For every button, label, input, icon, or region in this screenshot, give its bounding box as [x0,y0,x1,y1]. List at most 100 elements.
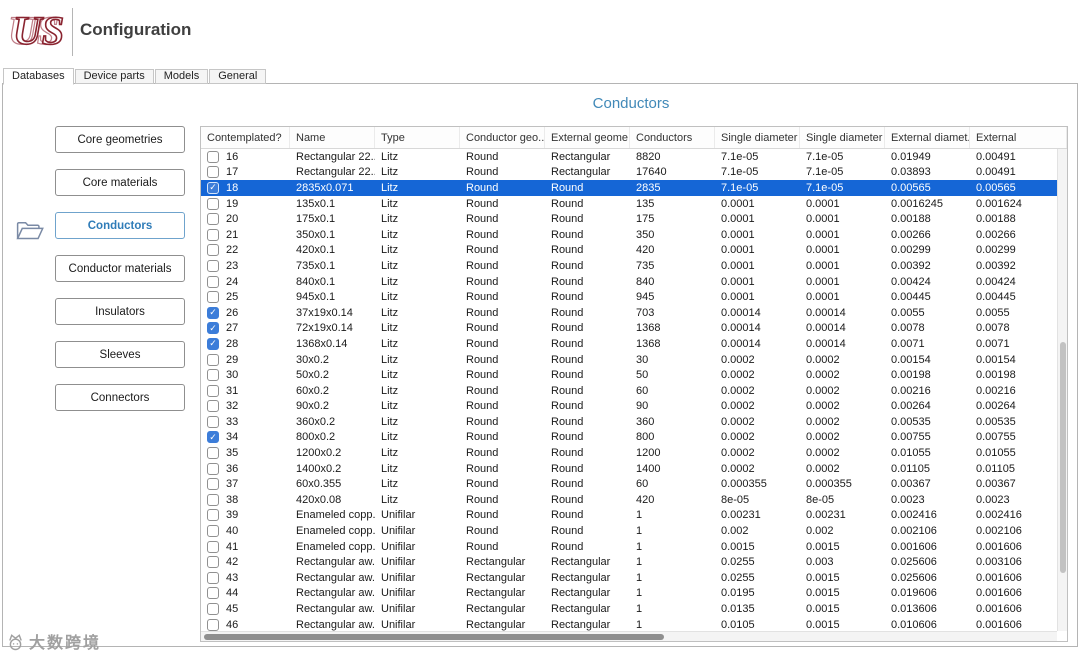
table-row[interactable]: ✓ 32 90x0.2 Litz Round Round 90 0.0002 0… [201,399,1067,415]
sidebar-button-conductor-materials[interactable]: Conductor materials [55,255,185,282]
cell-external-diameter-2: 0.00392 [976,259,1016,272]
column-header-external-diameter-2[interactable]: External [970,127,1067,148]
row-checkbox[interactable]: ✓ [207,369,219,382]
tab-databases[interactable]: Databases [3,68,74,85]
table-row[interactable]: ✓ 31 60x0.2 Litz Round Round 60 0.0002 0… [201,383,1067,399]
column-header-external-diameter-1[interactable]: External diamet... [885,127,970,148]
open-folder-button[interactable] [15,220,45,244]
row-checkbox[interactable]: ✓ [207,540,219,553]
table-row[interactable]: ✓ 17 Rectangular 22... Litz Round Rectan… [201,165,1067,181]
table-row[interactable]: ✓ 19 135x0.1 Litz Round Round 135 0.0001… [201,196,1067,212]
row-checkbox[interactable]: ✓ [207,306,219,319]
row-checkbox[interactable]: ✓ [207,275,219,288]
row-checkbox[interactable]: ✓ [207,181,219,194]
sidebar-button-core-geometries[interactable]: Core geometries [55,126,185,153]
column-header-name[interactable]: Name [290,127,375,148]
sidebar-button-core-materials[interactable]: Core materials [55,169,185,196]
row-checkbox[interactable]: ✓ [207,478,219,491]
table-row[interactable]: ✓ 37 60x0.355 Litz Round Round 60 0.0003… [201,476,1067,492]
table-row[interactable]: ✓ 35 1200x0.2 Litz Round Round 1200 0.00… [201,445,1067,461]
row-checkbox[interactable]: ✓ [207,556,219,569]
tab-general[interactable]: General [209,69,267,84]
row-checkbox[interactable]: ✓ [207,431,219,444]
row-checkbox[interactable]: ✓ [207,197,219,210]
cell-external-geometry: Round [551,322,584,335]
sidebar-button-connectors[interactable]: Connectors [55,384,185,411]
table-row[interactable]: ✓ 39 Enameled copp... Unifilar Round Rou… [201,508,1067,524]
table-row[interactable]: ✓ 29 30x0.2 Litz Round Round 30 0.0002 0… [201,352,1067,368]
row-checkbox[interactable]: ✓ [207,603,219,616]
table-row[interactable]: ✓ 23 735x0.1 Litz Round Round 735 0.0001… [201,258,1067,274]
column-header-contemplated[interactable]: Contemplated? [201,127,290,148]
vertical-scrollbar-thumb[interactable] [1060,341,1066,574]
table-row[interactable]: ✓ 18 2835x0.071 Litz Round Round 2835 7.… [201,180,1067,196]
row-checkbox[interactable]: ✓ [207,618,219,631]
table-row[interactable]: ✓ 41 Enameled copp... Unifilar Round Rou… [201,539,1067,555]
cell-single-diameter-2: 0.0015 [806,571,840,584]
table-row[interactable]: ✓ 36 1400x0.2 Litz Round Round 1400 0.00… [201,461,1067,477]
row-checkbox[interactable]: ✓ [207,400,219,413]
row-checkbox[interactable]: ✓ [207,384,219,397]
table-row[interactable]: ✓ 42 Rectangular aw... Unifilar Rectangu… [201,554,1067,570]
row-checkbox[interactable]: ✓ [207,228,219,241]
row-checkbox[interactable]: ✓ [207,213,219,226]
row-checkbox[interactable]: ✓ [207,259,219,272]
table-row[interactable]: ✓ 20 175x0.1 Litz Round Round 175 0.0001… [201,211,1067,227]
cell-external-geometry: Rectangular [551,571,611,584]
cell-type: Litz [381,150,399,163]
table-row[interactable]: ✓ 38 420x0.08 Litz Round Round 420 8e-05… [201,492,1067,508]
row-checkbox[interactable]: ✓ [207,353,219,366]
table-row[interactable]: ✓ 27 72x19x0.14 Litz Round Round 1368 0.… [201,321,1067,337]
vertical-scrollbar[interactable] [1057,149,1067,631]
table-row[interactable]: ✓ 34 800x0.2 Litz Round Round 800 0.0002… [201,430,1067,446]
table-row[interactable]: ✓ 24 840x0.1 Litz Round Round 840 0.0001… [201,274,1067,290]
table-row[interactable]: ✓ 44 Rectangular aw... Unifilar Rectangu… [201,586,1067,602]
row-checkbox[interactable]: ✓ [207,337,219,350]
row-checkbox[interactable]: ✓ [207,415,219,428]
cell-contemplated: ✓ 42 [201,556,290,569]
table-row[interactable]: ✓ 40 Enameled copp... Unifilar Round Rou… [201,523,1067,539]
table-row[interactable]: ✓ 33 360x0.2 Litz Round Round 360 0.0002… [201,414,1067,430]
horizontal-scrollbar-thumb[interactable] [204,634,664,640]
column-header-single-diameter-2[interactable]: Single diameter ... [800,127,885,148]
table-row[interactable]: ✓ 26 37x19x0.14 Litz Round Round 703 0.0… [201,305,1067,321]
sidebar-button-sleeves[interactable]: Sleeves [55,341,185,368]
column-header-external-geometry[interactable]: External geome... [545,127,630,148]
row-checkbox[interactable]: ✓ [207,462,219,475]
row-checkbox[interactable]: ✓ [207,244,219,257]
table-row[interactable]: ✓ 22 420x0.1 Litz Round Round 420 0.0001… [201,243,1067,259]
row-checkbox[interactable]: ✓ [207,525,219,538]
row-checkbox[interactable]: ✓ [207,291,219,304]
row-checkbox[interactable]: ✓ [207,322,219,335]
row-checkbox[interactable]: ✓ [207,166,219,179]
table-row[interactable]: ✓ 21 350x0.1 Litz Round Round 350 0.0001… [201,227,1067,243]
cell-external-diameter-2: 0.01055 [976,447,1016,460]
cell-single-diameter-1: 0.0002 [721,369,755,382]
tab-device-parts[interactable]: Device parts [74,69,154,84]
cell-contemplated: ✓ 18 [201,181,290,194]
sidebar-button-conductors[interactable]: Conductors [55,212,185,239]
row-checkbox[interactable]: ✓ [207,150,219,163]
table-row[interactable]: ✓ 30 50x0.2 Litz Round Round 50 0.0002 0… [201,367,1067,383]
row-id: 44 [226,587,239,600]
column-header-conductors[interactable]: Conductors [630,127,715,148]
column-header-single-diameter-1[interactable]: Single diameter ... [715,127,800,148]
table-row[interactable]: ✓ 45 Rectangular aw... Unifilar Rectangu… [201,601,1067,617]
table-row[interactable]: ✓ 46 Rectangular aw... Unifilar Rectangu… [201,617,1067,631]
column-header-conductor-geometry[interactable]: Conductor geo... [460,127,545,148]
row-checkbox[interactable]: ✓ [207,587,219,600]
table-row[interactable]: ✓ 16 Rectangular 22... Litz Round Rectan… [201,149,1067,165]
horizontal-scrollbar[interactable] [201,631,1057,641]
tab-models[interactable]: Models [154,69,209,84]
row-checkbox[interactable]: ✓ [207,571,219,584]
sidebar-button-insulators[interactable]: Insulators [55,298,185,325]
row-checkbox[interactable]: ✓ [207,493,219,506]
table-row[interactable]: ✓ 43 Rectangular aw... Unifilar Rectangu… [201,570,1067,586]
column-header-type[interactable]: Type [375,127,460,148]
cell-external-diameter-1: 0.0078 [891,322,925,335]
cell-external-diameter-1: 0.00424 [891,275,931,288]
table-row[interactable]: ✓ 28 1368x0.14 Litz Round Round 1368 0.0… [201,336,1067,352]
table-row[interactable]: ✓ 25 945x0.1 Litz Round Round 945 0.0001… [201,289,1067,305]
row-checkbox[interactable]: ✓ [207,447,219,460]
row-checkbox[interactable]: ✓ [207,509,219,522]
